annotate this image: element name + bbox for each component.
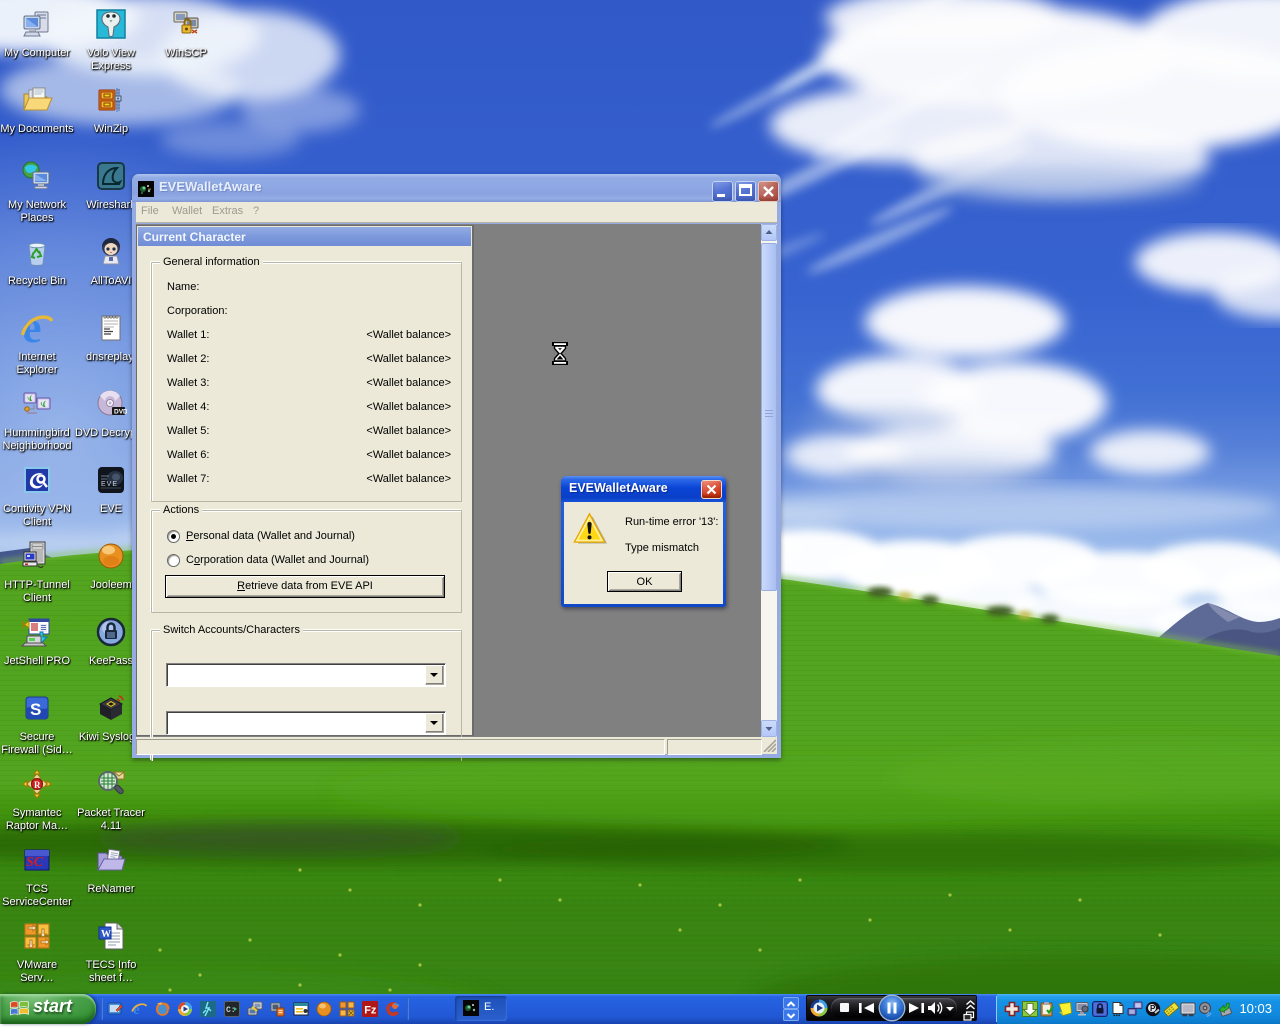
svg-text:Fz: Fz (364, 1005, 377, 1017)
svg-text:S: S (30, 700, 41, 719)
svg-text:SC: SC (26, 855, 44, 870)
svg-text:W: W (101, 929, 111, 940)
svg-text:DVD: DVD (114, 409, 127, 416)
svg-text:EVE: EVE (101, 481, 118, 488)
svg-text:R: R (34, 780, 41, 790)
